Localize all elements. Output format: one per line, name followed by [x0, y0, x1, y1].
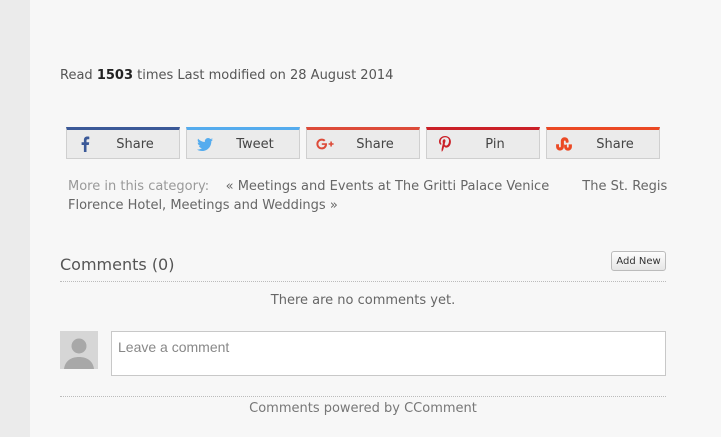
comment-input[interactable]	[111, 331, 666, 376]
no-comments-message: There are no comments yet.	[270, 293, 456, 308]
pinterest-share-label: Pin	[485, 136, 505, 152]
pinterest-share-button[interactable]: Pin	[426, 127, 540, 159]
read-stats: Read 1503 times Last modified on 28 Augu…	[60, 68, 393, 83]
twitter-share-button[interactable]: Tweet	[186, 127, 300, 159]
twitter-share-label: Tweet	[236, 136, 274, 152]
add-new-comment-button[interactable]: Add New	[611, 251, 666, 271]
pinterest-icon	[427, 136, 463, 152]
prev-article-link[interactable]: « Meetings and Events at The Gritti Pala…	[226, 179, 550, 194]
social-share-bar: Share Tweet Share Pin Share	[66, 127, 660, 159]
powered-by-text: Comments powered by	[249, 401, 400, 416]
twitter-icon	[187, 137, 223, 151]
google-plus-share-button[interactable]: Share	[306, 127, 420, 159]
stumbleupon-share-button[interactable]: Share	[546, 127, 660, 159]
user-placeholder-icon	[60, 331, 98, 369]
ccomment-link[interactable]: CComment	[404, 401, 477, 416]
avatar	[60, 331, 98, 369]
read-suffix: times Last modified on 28 August 2014	[137, 68, 394, 83]
comments-title: Comments (0)	[60, 255, 175, 274]
read-count: 1503	[96, 68, 133, 83]
comments-divider-top	[60, 281, 666, 282]
more-in-category-label: More in this category:	[68, 179, 210, 194]
facebook-icon	[67, 136, 103, 152]
comments-divider-bottom	[60, 396, 666, 397]
powered-by: Comments powered by CComment	[60, 401, 666, 416]
facebook-share-button[interactable]: Share	[66, 127, 180, 159]
stumbleupon-share-label: Share	[596, 136, 634, 152]
article-footer: Read 1503 times Last modified on 28 Augu…	[30, 0, 721, 437]
google-plus-icon	[307, 138, 343, 150]
facebook-share-label: Share	[116, 136, 154, 152]
read-prefix: Read	[60, 68, 93, 83]
more-in-category: More in this category: « Meetings and Ev…	[68, 177, 668, 215]
stumbleupon-icon	[547, 137, 583, 151]
google-plus-share-label: Share	[356, 136, 394, 152]
